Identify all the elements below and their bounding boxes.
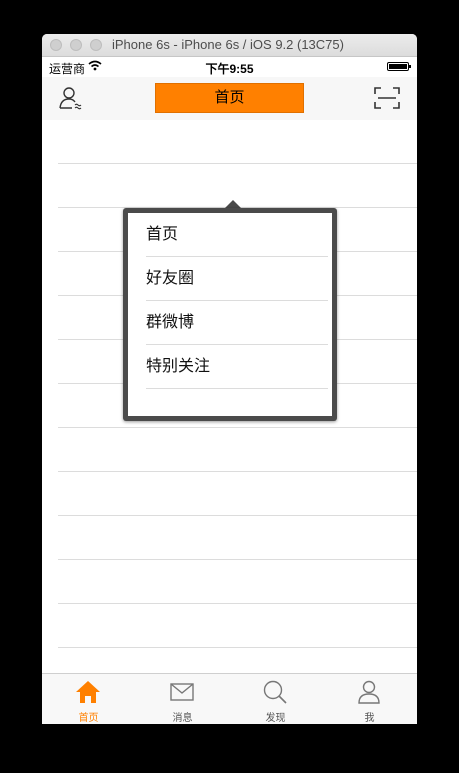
- status-time: 下午9:55: [205, 62, 254, 76]
- dropdown-menu: 首页 好友圈 群微博 特别关注: [123, 208, 337, 421]
- battery-icon: [387, 62, 411, 71]
- simulator-titlebar: iPhone 6s - iPhone 6s / iOS 9.2 (13C75): [42, 34, 417, 57]
- popup-arrow: [225, 200, 241, 208]
- menu-item-home[interactable]: 首页: [146, 213, 328, 257]
- scan-button[interactable]: [374, 87, 400, 109]
- status-bar: 运营商 下午9:55: [42, 57, 417, 77]
- row-separator: [58, 515, 417, 516]
- row-separator: [58, 427, 417, 428]
- add-friend-icon: [59, 87, 82, 110]
- search-icon: [263, 680, 287, 704]
- feed-list[interactable]: 首页 好友圈 群微博 特别关注: [42, 120, 417, 673]
- row-separator: [58, 559, 417, 560]
- window-title: iPhone 6s - iPhone 6s / iOS 9.2 (13C75): [112, 37, 344, 52]
- row-separator: [58, 163, 417, 164]
- zoom-window-button[interactable]: [90, 39, 102, 51]
- row-separator: [58, 471, 417, 472]
- tab-me[interactable]: 我: [323, 674, 416, 724]
- home-icon: [76, 681, 100, 703]
- tab-discover[interactable]: 发现: [229, 674, 322, 724]
- tab-home[interactable]: 首页: [42, 674, 135, 724]
- menu-item-special-follow[interactable]: 特别关注: [146, 345, 328, 389]
- dropdown-menu-content: 首页 好友圈 群微博 特别关注: [128, 213, 332, 416]
- envelope-icon: [170, 683, 194, 701]
- person-icon: [358, 680, 380, 704]
- menu-item-group-weibo[interactable]: 群微博: [146, 301, 328, 345]
- tab-home-label: 首页: [78, 713, 99, 724]
- simulator-window: iPhone 6s - iPhone 6s / iOS 9.2 (13C75) …: [42, 34, 417, 724]
- row-separator: [58, 603, 417, 604]
- add-friend-button[interactable]: [58, 86, 86, 112]
- menu-item-friends-circle[interactable]: 好友圈: [146, 257, 328, 301]
- tab-messages[interactable]: 消息: [136, 674, 229, 724]
- minimize-window-button[interactable]: [70, 39, 82, 51]
- tab-me-label: 我: [364, 713, 375, 724]
- scan-icon: [374, 87, 400, 109]
- tab-bar: 首页 消息 发现 我: [42, 673, 417, 724]
- tab-discover-label: 发现: [265, 713, 286, 724]
- row-separator: [58, 647, 417, 648]
- close-window-button[interactable]: [50, 39, 62, 51]
- tab-messages-label: 消息: [172, 713, 193, 724]
- navigation-bar: 首页: [42, 77, 417, 121]
- nav-title-button[interactable]: 首页: [155, 83, 304, 113]
